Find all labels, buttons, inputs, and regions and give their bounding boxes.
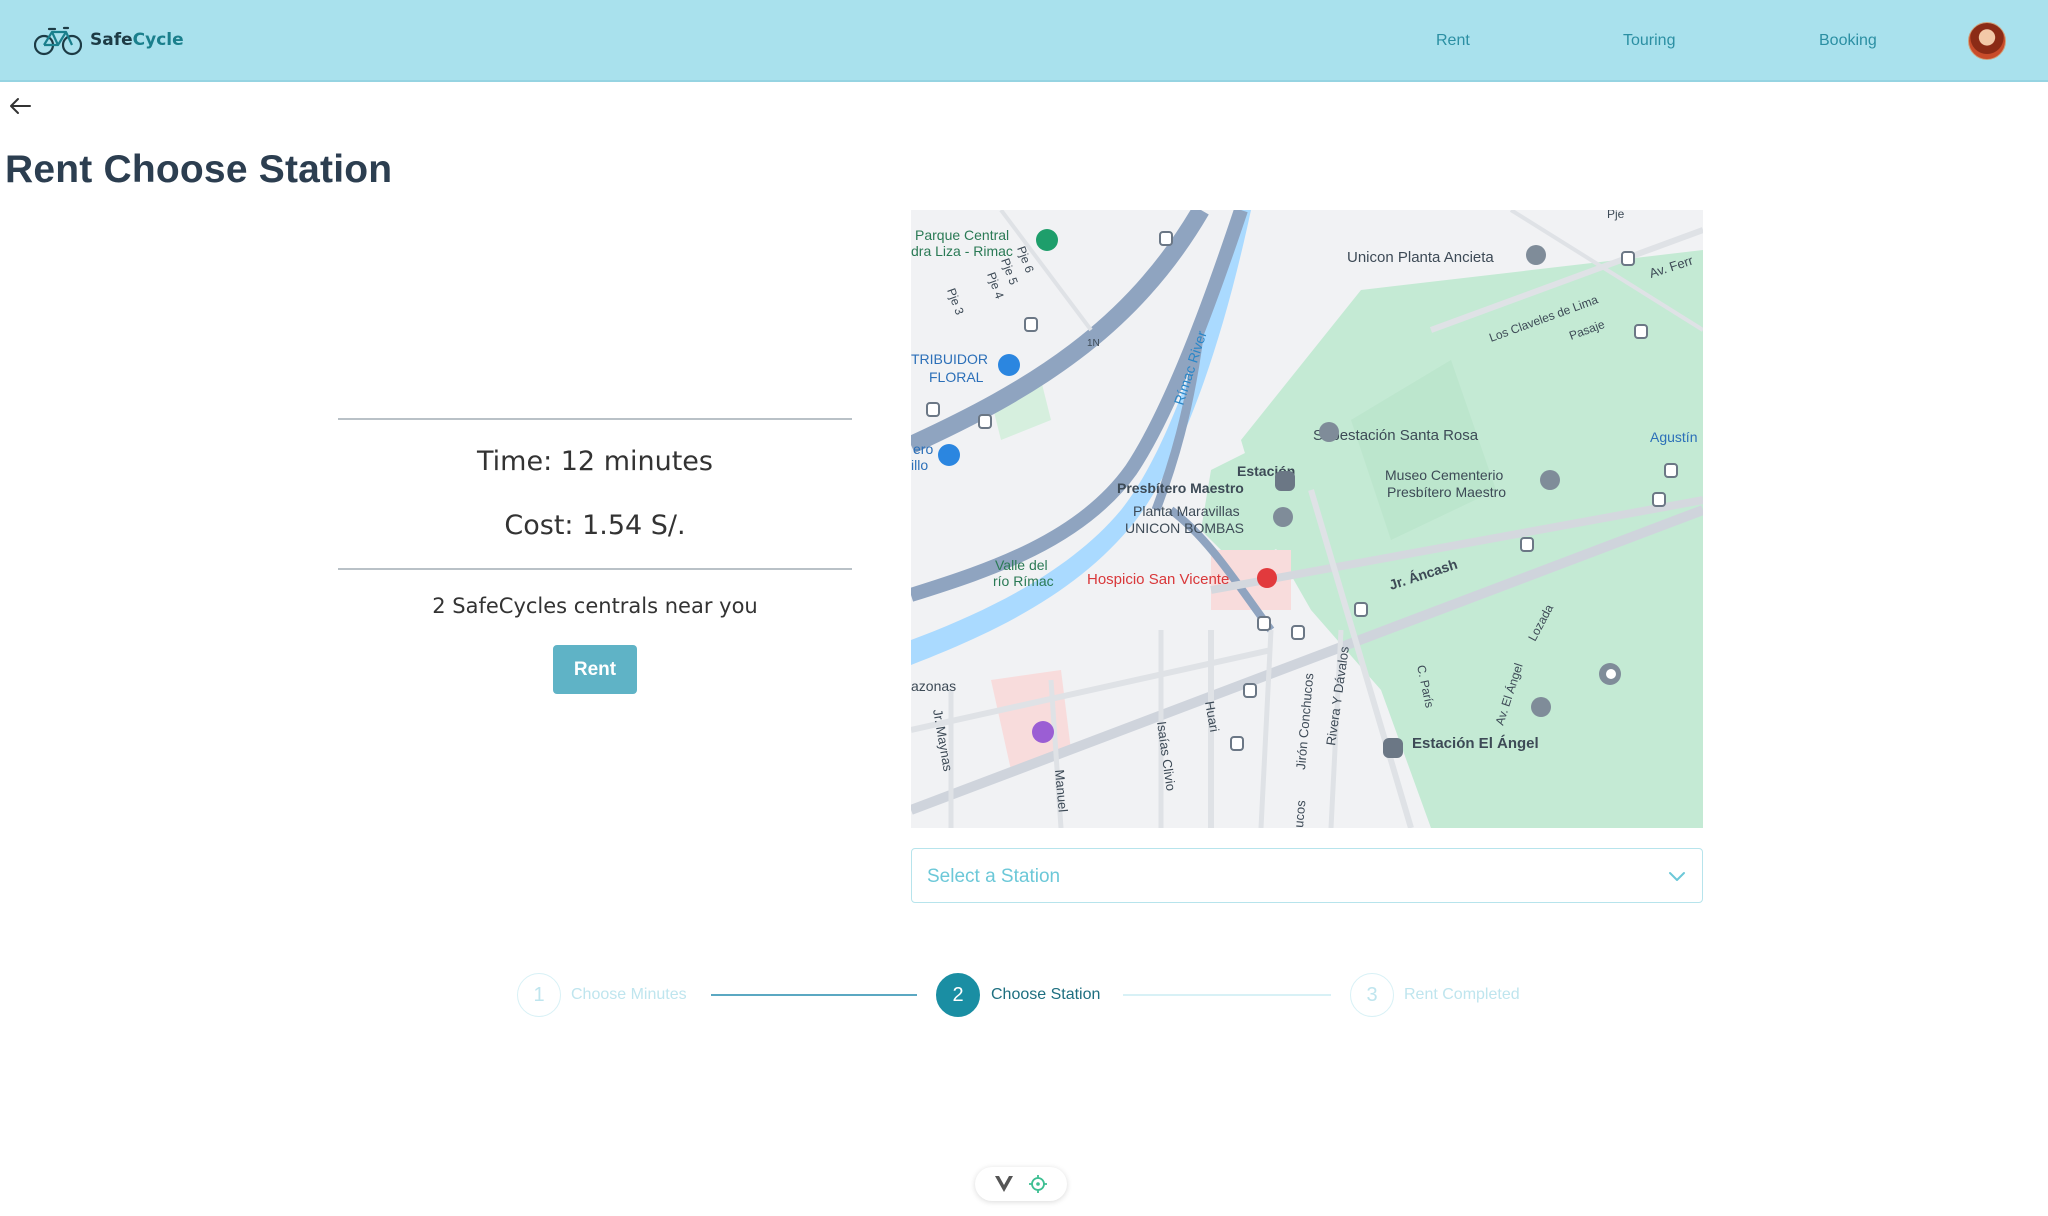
rent-button[interactable]: Rent: [553, 645, 637, 694]
step-3-circle[interactable]: 3: [1350, 973, 1394, 1017]
map-label-pje3: Pje 3: [944, 286, 967, 317]
rent-time-text: Time: 12 minutes: [477, 446, 713, 477]
step-1-label: Choose Minutes: [571, 986, 687, 1003]
station-select[interactable]: Select a Station: [911, 848, 1703, 903]
crosshair-icon[interactable]: [1028, 1174, 1048, 1194]
map-label-agustin: Agustín: [1650, 429, 1697, 445]
summary-top-divider: [338, 418, 852, 420]
map-label-estacion-angel: Estación El Ángel: [1412, 735, 1539, 752]
station-select-placeholder: Select a Station: [927, 866, 1061, 887]
top-navbar: SafeCycle Rent Touring Booking: [0, 0, 2048, 82]
chevron-down-icon: [1669, 872, 1685, 881]
bicycle-icon: [34, 26, 82, 56]
map-label-valle-2: río Rímac: [993, 573, 1054, 589]
step-connector-2: [1123, 994, 1331, 996]
map-label-museo: Museo Cementerio: [1385, 467, 1503, 483]
devtools-pill[interactable]: [975, 1167, 1067, 1201]
summary-bottom-divider: [338, 568, 852, 570]
back-button[interactable]: [6, 92, 34, 120]
map-label-estacion-pm-2: Presbítero Maestro: [1117, 480, 1244, 496]
nav-rent-link[interactable]: Rent: [1436, 32, 1470, 50]
map-label-planta: Planta Maravillas: [1133, 503, 1240, 519]
map-label-illo: illo: [911, 457, 928, 473]
map-label-manuel: Manuel: [1052, 769, 1071, 813]
map-label-valle: Valle del: [995, 557, 1048, 573]
map-label-huari: Huari: [1202, 700, 1222, 733]
map-label-rivera: Rivera Y Dávalos: [1323, 645, 1352, 747]
vue-logo-icon[interactable]: [994, 1175, 1014, 1193]
user-avatar[interactable]: [1968, 22, 2006, 60]
station-map[interactable]: Parque Central dra Liza - Rimac Unicon P…: [911, 210, 1703, 828]
map-label-tribuidor: TRIBUIDOR: [911, 351, 988, 367]
rent-cost-text: Cost: 1.54 S/.: [504, 510, 686, 541]
arrow-left-icon: [10, 98, 31, 114]
step-1-circle[interactable]: 1: [517, 973, 561, 1017]
map-label-unicon: Unicon Planta Ancieta: [1347, 249, 1494, 266]
step-2-circle[interactable]: 2: [936, 973, 980, 1017]
map-label-hospicio: Hospicio San Vicente: [1087, 571, 1229, 588]
map-label-conchucos: Jirón Conchucos: [1293, 672, 1316, 770]
map-label-azonas: azonas: [911, 678, 956, 694]
map-label-parque-2: dra Liza - Rimac: [911, 243, 1013, 259]
map-label-parque: Parque Central: [915, 227, 1009, 243]
map-label-floral: FLORAL: [929, 369, 984, 385]
nearby-centrals-text: 2 SafeCycles centrals near you: [432, 594, 758, 618]
map-label-museo-2: Presbítero Maestro: [1387, 484, 1506, 500]
nav-touring-link[interactable]: Touring: [1623, 32, 1675, 50]
brand-logo[interactable]: SafeCycle: [34, 24, 184, 56]
step-3-label: Rent Completed: [1404, 986, 1520, 1003]
map-label-ero: ero: [913, 441, 933, 457]
brand-name: SafeCycle: [90, 30, 184, 50]
page-title: Rent Choose Station: [5, 148, 393, 191]
map-label-1n: 1N: [1087, 338, 1100, 349]
map-label-pje6: Pje 6: [1014, 244, 1037, 275]
map-label-pje-top: Pje: [1607, 210, 1625, 221]
map-label-ucos: ucos: [1291, 799, 1308, 828]
step-connector-1: [711, 994, 917, 996]
step-2-label: Choose Station: [991, 986, 1101, 1003]
map-label-isaias: Isaías Clivio: [1154, 720, 1179, 791]
nav-booking-link[interactable]: Booking: [1819, 32, 1877, 50]
map-label-planta-2: UNICON BOMBAS: [1125, 520, 1244, 536]
